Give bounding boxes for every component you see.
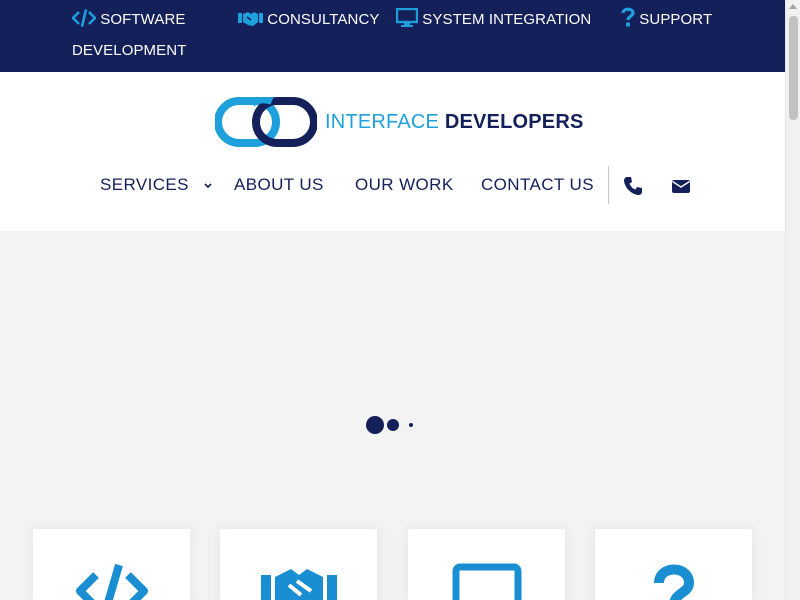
handshake-icon bbox=[238, 12, 263, 26]
service-card-software-development[interactable] bbox=[33, 529, 190, 600]
topbar-label: SUPPORT bbox=[639, 11, 713, 28]
page-scrollbar[interactable] bbox=[785, 0, 800, 600]
main-nav: SERVICES ABOUT US OUR WORK CONTACT US bbox=[0, 165, 785, 205]
nav-item-about-us[interactable]: ABOUT US bbox=[234, 165, 324, 205]
topbar-link-consultancy[interactable]: CONSULTANCY bbox=[238, 4, 380, 35]
topbar-link-software-development[interactable]: SOFTWARE DEVELOPMENT bbox=[72, 4, 222, 66]
nav-item-services[interactable]: SERVICES bbox=[100, 165, 212, 205]
loader-dot bbox=[366, 416, 384, 434]
loader-dot bbox=[387, 419, 399, 431]
service-card-consultancy[interactable] bbox=[220, 529, 377, 600]
topbar-link-support[interactable]: SUPPORT bbox=[621, 4, 712, 35]
scroll-up-arrow-icon[interactable] bbox=[789, 4, 797, 9]
loader-dot bbox=[409, 423, 413, 427]
loading-indicator bbox=[366, 416, 416, 434]
nav-item-our-work[interactable]: OUR WORK bbox=[355, 165, 454, 205]
scrollbar-thumb[interactable] bbox=[789, 16, 798, 120]
question-icon bbox=[621, 7, 635, 27]
nav-item-contact-us[interactable]: CONTACT US bbox=[481, 165, 594, 205]
brand-name-part2: DEVELOPERS bbox=[444, 110, 584, 133]
nav-divider bbox=[608, 166, 609, 204]
handshake-icon bbox=[260, 569, 337, 600]
phone-icon[interactable] bbox=[623, 176, 643, 196]
top-bar: SOFTWARE DEVELOPMENT CONSULTANCY SYSTEM … bbox=[0, 0, 785, 72]
monitor-icon bbox=[396, 8, 418, 27]
service-card-support[interactable] bbox=[595, 529, 752, 600]
topbar-link-system-integration[interactable]: SYSTEM INTEGRATION bbox=[396, 4, 591, 35]
brand-name-part1: INTERFACE bbox=[325, 110, 440, 133]
nav-services-label: SERVICES bbox=[100, 175, 189, 194]
monitor-icon bbox=[452, 563, 521, 600]
topbar-label: SYSTEM INTEGRATION bbox=[422, 11, 592, 28]
code-icon bbox=[72, 9, 96, 27]
site-header: INTERFACE DEVELOPERS SERVICES ABOUT US O… bbox=[0, 72, 785, 231]
chain-link-logo-icon bbox=[215, 97, 317, 147]
topbar-label: CONSULTANCY bbox=[267, 11, 380, 28]
service-card-system-integration[interactable] bbox=[408, 529, 565, 600]
envelope-icon[interactable] bbox=[671, 176, 691, 196]
logo[interactable]: INTERFACE DEVELOPERS bbox=[215, 97, 584, 147]
chevron-down-icon bbox=[204, 183, 212, 189]
question-icon bbox=[653, 564, 694, 600]
brand-name: INTERFACE DEVELOPERS bbox=[325, 111, 584, 134]
code-icon bbox=[75, 563, 148, 600]
